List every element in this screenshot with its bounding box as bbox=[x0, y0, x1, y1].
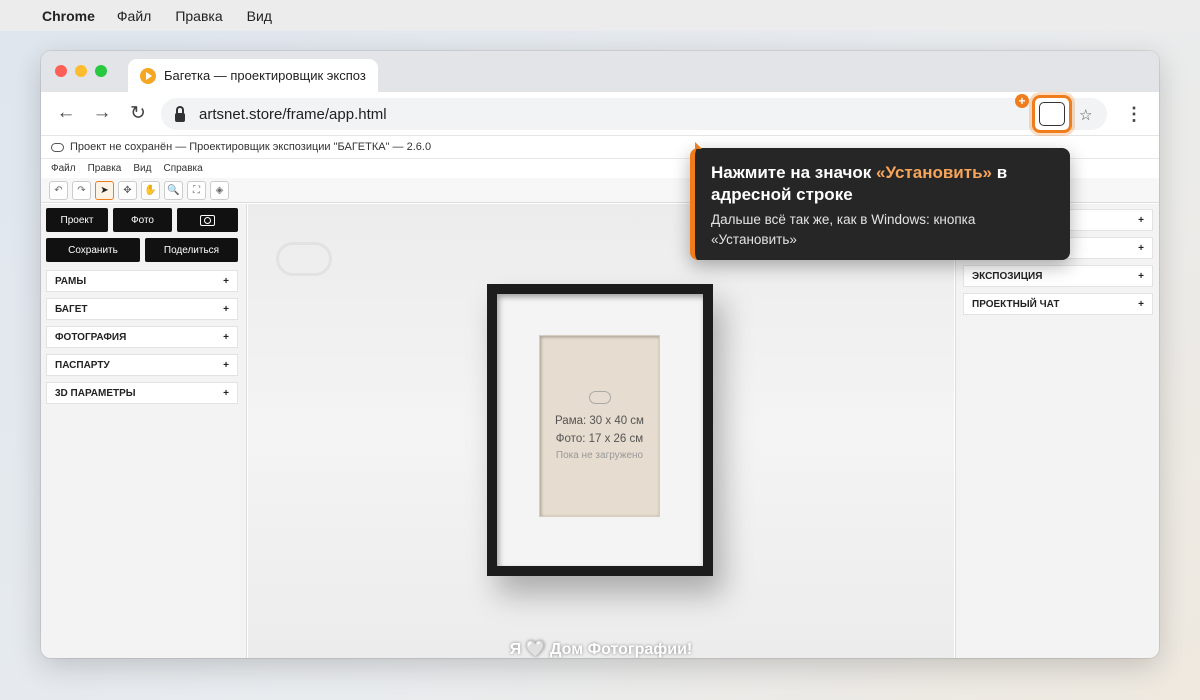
app-logo-icon bbox=[51, 142, 64, 152]
section-frames[interactable]: РАМЫ + bbox=[46, 270, 238, 292]
section-label: РАМЫ bbox=[55, 275, 87, 287]
move-tool-icon[interactable]: ✥ bbox=[118, 180, 137, 200]
camera-button[interactable] bbox=[177, 208, 238, 232]
tab-title: Багетка — проектировщик экспоз bbox=[164, 68, 366, 83]
undo-icon[interactable]: ↶ bbox=[49, 180, 68, 200]
section-label: ПРОЕКТНЫЙ ЧАТ bbox=[972, 298, 1060, 310]
install-badge-icon: + bbox=[1015, 94, 1029, 108]
frame-size-label: Рама: 30 x 40 см bbox=[555, 415, 644, 427]
fit-tool-icon[interactable]: ⛶ bbox=[187, 180, 206, 200]
os-menu-edit[interactable]: Правка bbox=[175, 8, 222, 24]
section-label: ЭКСПОЗИЦИЯ bbox=[972, 270, 1043, 282]
tab-strip: Багетка — проектировщик экспоз bbox=[41, 51, 1159, 92]
upload-status-label: Пока не загружено bbox=[555, 450, 644, 461]
right-panel: + + ЭКСПОЗИЦИЯ + ПРОЕКТНЫЙ ЧАТ + bbox=[955, 204, 1159, 658]
expand-icon: + bbox=[223, 303, 229, 315]
address-bar[interactable]: artsnet.store/frame/app.html bbox=[161, 98, 1107, 130]
project-button[interactable]: Проект bbox=[46, 208, 108, 232]
camera-icon bbox=[200, 214, 215, 226]
os-menu-file[interactable]: Файл bbox=[117, 8, 151, 24]
passepartout-mat: Рама: 30 x 40 см Фото: 17 x 26 см Пока н… bbox=[497, 294, 703, 566]
app-menu-view[interactable]: Вид bbox=[133, 163, 151, 174]
app-menu-help[interactable]: Справка bbox=[163, 163, 202, 174]
tooltip-title-highlight: «Установить» bbox=[876, 163, 992, 182]
save-button[interactable]: Сохранить bbox=[46, 238, 140, 262]
url-text[interactable]: artsnet.store/frame/app.html bbox=[199, 106, 387, 123]
install-app-button[interactable] bbox=[1032, 95, 1072, 133]
zoom-tool-icon[interactable]: 🔍 bbox=[164, 180, 183, 200]
section-baguette[interactable]: БАГЕТ + bbox=[46, 298, 238, 320]
browser-tab[interactable]: Багетка — проектировщик экспоз bbox=[128, 59, 378, 92]
section-passepartout[interactable]: ПАСПАРТУ + bbox=[46, 354, 238, 376]
select-tool-icon[interactable]: ➤ bbox=[95, 180, 114, 200]
photo-button[interactable]: Фото bbox=[113, 208, 172, 232]
os-menu-view[interactable]: Вид bbox=[247, 8, 272, 24]
redo-icon[interactable]: ↷ bbox=[72, 180, 91, 200]
expand-icon: + bbox=[1138, 270, 1144, 282]
picture-frame[interactable]: Рама: 30 x 40 см Фото: 17 x 26 см Пока н… bbox=[487, 284, 713, 576]
expand-icon: + bbox=[223, 359, 229, 371]
photo-size-label: Фото: 17 x 26 см bbox=[555, 433, 644, 445]
tooltip-body: Дальше всё так же, как в Windows: кнопка… bbox=[711, 212, 976, 247]
window-controls bbox=[55, 65, 115, 77]
photo-placeholder[interactable]: Рама: 30 x 40 см Фото: 17 x 26 см Пока н… bbox=[540, 336, 659, 516]
hand-tool-icon[interactable]: ✋ bbox=[141, 180, 160, 200]
expand-icon: + bbox=[1138, 242, 1144, 254]
forward-button[interactable]: → bbox=[90, 102, 114, 124]
bookmark-star-icon[interactable]: ☆ bbox=[1079, 106, 1092, 124]
section-photo[interactable]: ФОТОГРАФИЯ + bbox=[46, 326, 238, 348]
section-label: ФОТОГРАФИЯ bbox=[55, 331, 127, 343]
expand-icon: + bbox=[1138, 298, 1144, 310]
browser-window: Багетка — проектировщик экспоз ← → ↻ art… bbox=[41, 51, 1159, 658]
close-window-button[interactable] bbox=[55, 65, 67, 77]
watermark-logo-icon bbox=[276, 242, 332, 276]
tooltip-title: Нажмите на значок «Установить» в адресно… bbox=[711, 162, 1054, 206]
lock-icon[interactable] bbox=[175, 105, 185, 122]
expand-icon: + bbox=[223, 387, 229, 399]
section-label: БАГЕТ bbox=[55, 303, 88, 315]
share-button[interactable]: Поделиться bbox=[145, 238, 238, 262]
design-canvas[interactable]: Рама: 30 x 40 см Фото: 17 x 26 см Пока н… bbox=[248, 204, 954, 658]
photo-placeholder-icon bbox=[588, 391, 611, 404]
section-exposition[interactable]: ЭКСПОЗИЦИЯ + bbox=[963, 265, 1153, 287]
play-favicon-icon bbox=[140, 67, 156, 84]
layers-tool-icon[interactable]: ◈ bbox=[210, 180, 229, 200]
maximize-window-button[interactable] bbox=[95, 65, 107, 77]
os-menubar: Chrome Файл Правка Вид bbox=[0, 0, 1200, 31]
back-button[interactable]: ← bbox=[54, 102, 78, 124]
install-hint-tooltip: Нажмите на значок «Установить» в адресно… bbox=[690, 142, 1070, 260]
app-menu-edit[interactable]: Правка bbox=[88, 163, 122, 174]
section-3d-params[interactable]: 3D ПАРАМЕТРЫ + bbox=[46, 382, 238, 404]
install-app-icon bbox=[1039, 102, 1065, 126]
section-label: 3D ПАРАМЕТРЫ bbox=[55, 387, 136, 399]
expand-icon: + bbox=[223, 331, 229, 343]
browser-menu-icon[interactable]: ⋮ bbox=[1125, 104, 1143, 125]
app-menu-file[interactable]: Файл bbox=[51, 163, 76, 174]
browser-toolbar: ← → ↻ artsnet.store/frame/app.html bbox=[41, 92, 1159, 136]
slogan-text: Я 🤍 Дом Фотографии! bbox=[509, 641, 693, 658]
section-project-chat[interactable]: ПРОЕКТНЫЙ ЧАТ + bbox=[963, 293, 1153, 315]
app-title: Проект не сохранён — Проектировщик экспо… bbox=[70, 141, 432, 153]
expand-icon: + bbox=[223, 275, 229, 287]
left-panel: Проект Фото Сохранить Поделиться РАМЫ + Б… bbox=[41, 204, 247, 658]
minimize-window-button[interactable] bbox=[75, 65, 87, 77]
section-label: ПАСПАРТУ bbox=[55, 359, 110, 371]
os-app-name[interactable]: Chrome bbox=[42, 8, 95, 24]
tooltip-title-pre: Нажмите на значок bbox=[711, 163, 876, 182]
reload-button[interactable]: ↻ bbox=[126, 102, 150, 125]
expand-icon: + bbox=[1138, 214, 1144, 226]
